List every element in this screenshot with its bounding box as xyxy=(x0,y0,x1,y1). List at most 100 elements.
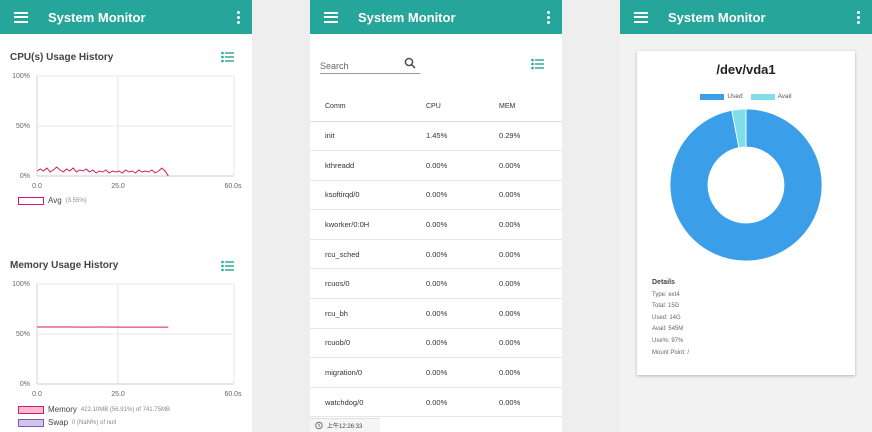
legend-value: 422.10MB (56.91%) of 741.75MB xyxy=(80,406,170,413)
cell-comm: init xyxy=(310,121,426,152)
list-icon[interactable] xyxy=(221,260,234,272)
table-row[interactable]: rcu_bh 0.00% 0.00% xyxy=(310,298,562,329)
cell-cpu: 0.00% xyxy=(426,239,499,270)
legend-swatch xyxy=(18,405,44,414)
table-row[interactable]: kworker/0:0H 0.00% 0.00% xyxy=(310,209,562,240)
legend-label: Used xyxy=(727,93,743,100)
list-icon[interactable] xyxy=(531,58,544,70)
cell-mem: 0.00% xyxy=(499,328,562,359)
cell-mem: 0.00% xyxy=(499,209,562,240)
cell-comm: rcuos/0 xyxy=(310,268,426,300)
cell-cpu: 0.00% xyxy=(426,180,499,211)
cell-cpu: 0.00% xyxy=(426,357,499,388)
search-input[interactable] xyxy=(320,58,398,74)
legend-item-used: Used xyxy=(700,93,743,100)
cell-comm: watchdog/0 xyxy=(310,387,426,418)
cell-comm: rcu_bh xyxy=(310,298,426,329)
y-tick-label: 0% xyxy=(20,173,30,180)
cell-comm: rcu_sched xyxy=(310,239,426,270)
hamburger-menu-icon[interactable] xyxy=(14,11,28,23)
app-title: System Monitor xyxy=(48,9,146,25)
memory-usage-chart: 100% 50% 0% 0.0 25.0 60.0s xyxy=(12,281,242,398)
cpu-avg-series-line xyxy=(36,166,169,177)
disk-details: Details Type: ext4 Total: 15G Used: 14G … xyxy=(652,277,689,359)
detail-mount-point: Mount Point: / xyxy=(652,349,690,356)
cell-cpu: 1.45% xyxy=(426,121,499,152)
cell-cpu: 0.00% xyxy=(426,298,499,329)
legend-value: 0 (NaN%) of null xyxy=(72,419,117,426)
legend-swatch xyxy=(750,93,775,100)
disk-title: /dev/vda1 xyxy=(716,62,776,77)
legend-swatch xyxy=(18,418,44,427)
table-row[interactable]: ksoftirqd/0 0.00% 0.00% xyxy=(310,180,562,211)
legend-label: Swap xyxy=(48,418,69,427)
cell-comm: kworker/0:0H xyxy=(310,209,426,240)
y-tick-label: 50% xyxy=(16,123,30,130)
refresh-timestamp-bar: 上午12:26:33 xyxy=(310,418,380,432)
disk-screen: System Monitor /dev/vda1 Used Avail Deta… xyxy=(620,0,872,432)
process-table: Comm CPU MEM init 1.45% 0.29% kthreadd 0.00… xyxy=(310,92,562,418)
y-tick-label: 50% xyxy=(16,331,30,338)
x-tick-label: 60.0s xyxy=(224,391,242,398)
legend-label: Avail xyxy=(777,93,792,100)
hamburger-menu-icon[interactable] xyxy=(324,11,338,23)
table-row[interactable]: kthreadd 0.00% 0.00% xyxy=(310,150,562,181)
cell-mem: 0.00% xyxy=(499,239,562,270)
detail-used: Used: 14G xyxy=(652,314,681,321)
legend-swatch xyxy=(700,93,725,100)
cpu-legend-avg: Avg (3.55%) xyxy=(18,196,87,205)
legend-swatch xyxy=(18,196,44,205)
y-tick-label: 100% xyxy=(12,281,30,288)
more-vert-icon[interactable] xyxy=(542,10,554,24)
table-row[interactable]: migration/0 0.00% 0.00% xyxy=(310,357,562,388)
detail-type: Type: ext4 xyxy=(652,291,680,298)
cell-mem: 0.00% xyxy=(499,268,562,300)
cell-comm: rcuob/0 xyxy=(310,328,426,359)
processes-screen: System Monitor Comm CPU MEM init1.45%0.2… xyxy=(310,0,562,432)
search-box xyxy=(320,56,420,74)
cpu-usage-chart: 100% 50% 0% 0.0 25.0 60.0s xyxy=(12,73,242,190)
column-header-mem[interactable]: MEM xyxy=(499,92,562,122)
list-icon[interactable] xyxy=(221,51,234,63)
app-bar: System Monitor xyxy=(0,0,252,34)
cell-cpu: 0.00% xyxy=(426,209,499,240)
cell-cpu: 0.00% xyxy=(426,387,499,418)
table-row[interactable]: init 1.45% 0.29% xyxy=(310,121,562,152)
x-tick-label: 25.0 xyxy=(111,183,125,190)
cell-comm: kthreadd xyxy=(310,150,426,181)
cell-comm: migration/0 xyxy=(310,357,426,388)
cpu-memory-screen: System Monitor CPU(s) Usage History 100%… xyxy=(0,0,252,432)
cell-mem: 0.00% xyxy=(499,150,562,181)
detail-use-percent: Use%: 97% xyxy=(652,337,684,344)
search-icon[interactable] xyxy=(404,57,416,69)
disk-usage-donut-chart xyxy=(669,108,823,262)
disk-card: /dev/vda1 Used Avail Details Type: ext4 … xyxy=(637,51,855,375)
x-tick-label: 0.0 xyxy=(32,183,42,190)
cpu-section-title: CPU(s) Usage History xyxy=(10,52,114,63)
legend-value: (3.55%) xyxy=(65,197,87,204)
column-header-cpu[interactable]: CPU xyxy=(426,92,499,122)
cell-mem: 0.00% xyxy=(499,298,562,329)
cell-mem: 0.29% xyxy=(499,121,562,152)
memory-legend-swap: Swap 0 (NaN%) of null xyxy=(18,418,116,427)
table-row[interactable]: watchdog/0 0.00% 0.00% xyxy=(310,387,562,418)
table-row[interactable]: rcu_sched 0.00% 0.00% xyxy=(310,239,562,270)
more-vert-icon[interactable] xyxy=(852,10,864,24)
column-header-comm[interactable]: Comm xyxy=(310,92,426,122)
timestamp-text: 上午12:26:33 xyxy=(327,424,363,430)
legend-label: Avg xyxy=(48,196,62,205)
legend-label: Memory xyxy=(48,405,77,414)
table-row[interactable]: rcuos/0 0.00% 0.00% xyxy=(310,268,562,300)
cell-cpu: 0.00% xyxy=(426,150,499,181)
app-title: System Monitor xyxy=(668,9,766,25)
app-bar: System Monitor xyxy=(620,0,872,34)
y-tick-label: 100% xyxy=(12,73,30,80)
disk-legend: Used Avail xyxy=(637,93,855,100)
table-row[interactable]: rcuob/0 0.00% 0.00% xyxy=(310,328,562,359)
x-tick-label: 0.0 xyxy=(32,391,42,398)
cell-mem: 0.00% xyxy=(499,180,562,211)
cell-cpu: 0.00% xyxy=(426,328,499,359)
hamburger-menu-icon[interactable] xyxy=(634,11,648,23)
more-vert-icon[interactable] xyxy=(232,10,244,24)
details-title: Details xyxy=(652,279,675,286)
